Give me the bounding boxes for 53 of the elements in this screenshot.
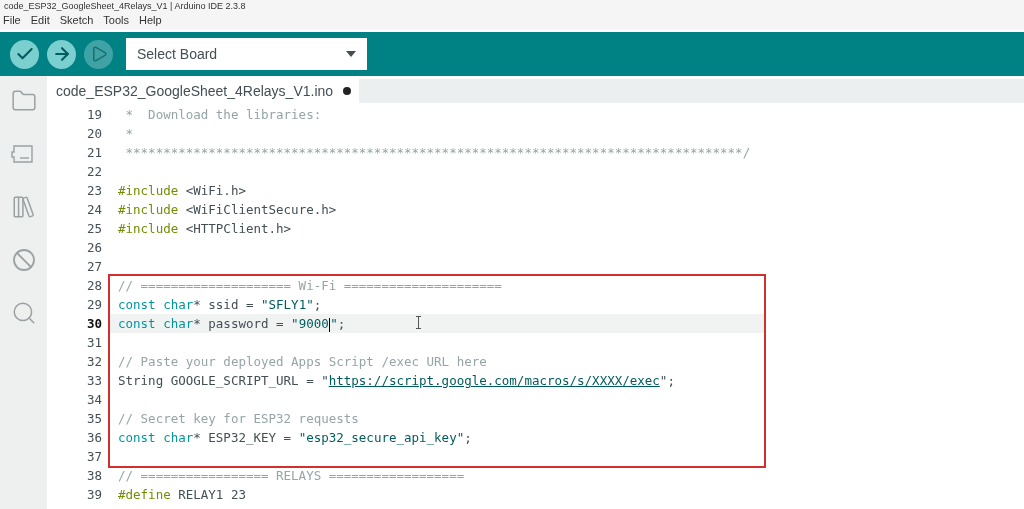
line-number: 27 — [86, 258, 102, 276]
library-button[interactable] — [10, 194, 37, 220]
line-number: 32 — [86, 353, 102, 371]
text-cursor — [328, 317, 331, 332]
line-number: 38 — [86, 467, 102, 485]
verify-button[interactable] — [10, 39, 39, 69]
menu-item[interactable]: Tools — [103, 12, 130, 29]
upload-button[interactable] — [47, 39, 76, 69]
line-number: 29 — [86, 296, 102, 314]
code-line: const char* ESP32_KEY = "esp32_secure_api_key"; — [118, 429, 472, 447]
line-number: 39 — [86, 486, 102, 504]
window-title: code_ESP32_GoogleSheet_4Relays_V1 | Arduino IDE 2.3.8 — [4, 0, 246, 11]
line-number: 25 — [86, 220, 102, 238]
prohibited-icon — [11, 248, 36, 272]
line-number: 30 — [86, 315, 102, 333]
code-line: const char* ssid = "SFLY1"; — [118, 296, 322, 314]
code-line: * — [124, 125, 134, 143]
line-number: 37 — [86, 448, 102, 466]
code-line: #include <WiFiClientSecure.h> — [118, 201, 337, 219]
code-line: * Download the libraries: — [124, 106, 322, 124]
line-number: 23 — [86, 182, 102, 200]
line-number: 31 — [86, 334, 102, 352]
menu-item[interactable]: Edit — [30, 12, 50, 29]
menu-item[interactable]: Help — [139, 12, 162, 29]
debug-button[interactable] — [11, 248, 36, 272]
line-number: 35 — [86, 410, 102, 428]
line-number: 28 — [86, 277, 102, 295]
code-line: String GOOGLE_SCRIPT_URL = "https://script.google.com/macros/s/XXXX/exec"; — [118, 372, 675, 390]
menu-item[interactable]: Sketch — [59, 12, 94, 29]
line-number: 21 — [86, 144, 102, 162]
line-number: 26 — [86, 239, 102, 257]
text-cursor-pointer-icon — [415, 316, 422, 329]
caret-icon — [346, 51, 356, 57]
line-number: 22 — [86, 163, 102, 181]
code-line: #include <HTTPClient.h> — [118, 220, 292, 238]
code-line: // ================= RELAYS ================== — [118, 467, 465, 485]
board-select[interactable]: Select Board — [126, 38, 367, 70]
line-number: 33 — [86, 372, 102, 390]
line-number: 19 — [86, 106, 102, 124]
line-number: 34 — [86, 391, 102, 409]
library-icon — [10, 194, 37, 220]
code-line: // Paste your deployed Apps Script /exec URL here — [118, 353, 487, 371]
code-line: // Secret key for ESP32 requests — [118, 410, 359, 428]
line-number: 36 — [86, 429, 102, 447]
code-line: **********************************************************************************/ — [124, 144, 751, 162]
line-number: 24 — [86, 201, 102, 219]
menu-item[interactable]: File — [3, 12, 21, 29]
code-line: // ==================== Wi-Fi ===================== — [118, 277, 502, 295]
code-line: #include <WiFi.h> — [118, 182, 246, 200]
code-line: const char* password = "9000"; — [118, 315, 346, 333]
file-tab[interactable]: code_ESP32_GoogleSheet_4Relays_V1.ino — [47, 79, 360, 103]
code-line: #define RELAY1 23 — [118, 486, 246, 504]
line-number: 20 — [86, 125, 102, 143]
